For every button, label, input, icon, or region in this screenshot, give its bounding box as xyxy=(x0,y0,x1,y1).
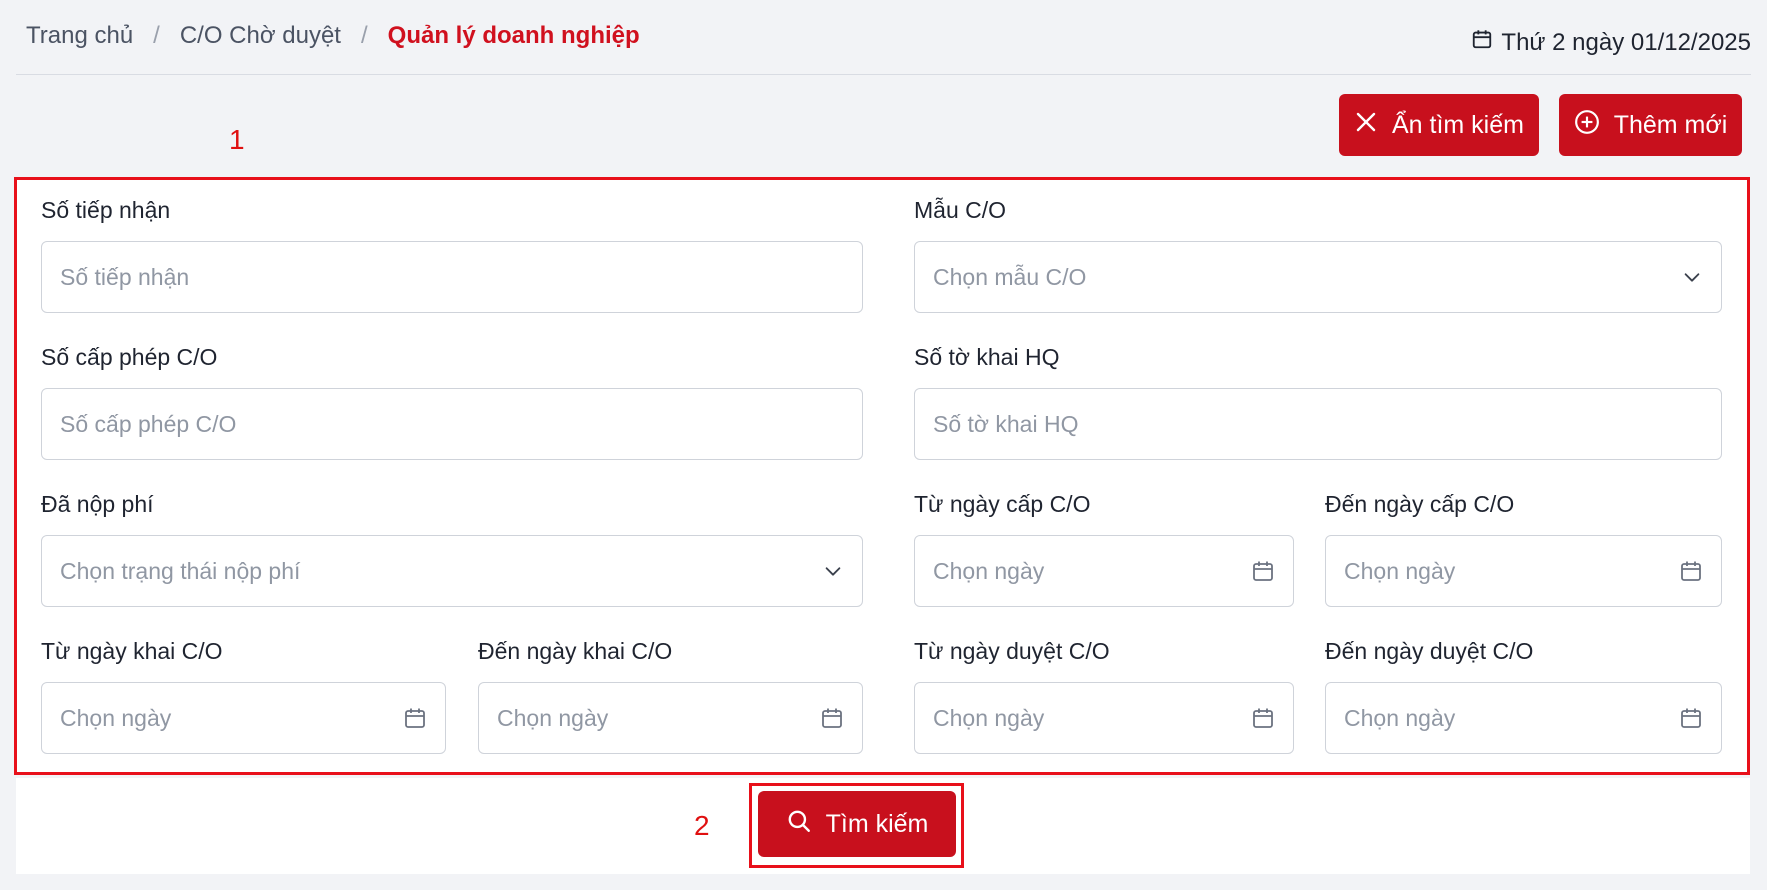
approve-to-placeholder: Chọn ngày xyxy=(1344,704,1456,731)
fee-paid-placeholder: Chọn trạng thái nộp phí xyxy=(60,557,301,584)
add-new-button[interactable]: Thêm mới xyxy=(1559,94,1742,156)
issue-to-placeholder: Chọn ngày xyxy=(1344,557,1456,584)
calendar-icon[interactable] xyxy=(403,706,427,730)
customs-declaration-input[interactable] xyxy=(933,410,1703,438)
license-number-input[interactable] xyxy=(60,410,844,438)
customs-declaration-field[interactable] xyxy=(914,388,1722,460)
receipt-number-input[interactable] xyxy=(60,263,844,291)
issue-to-datepicker[interactable]: Chọn ngày xyxy=(1325,535,1722,607)
plus-circle-icon xyxy=(1574,109,1614,142)
approve-to-label: Đến ngày duyệt C/O xyxy=(1325,638,1534,664)
license-number-field[interactable] xyxy=(41,388,863,460)
fee-paid-label: Đã nộp phí xyxy=(41,491,154,517)
license-number-label: Số cấp phép C/O xyxy=(41,344,218,370)
close-icon xyxy=(1354,110,1392,141)
declare-to-datepicker[interactable]: Chọn ngày xyxy=(478,682,863,754)
breadcrumb: Trang chủ / C/O Chờ duyệt / Quản lý doan… xyxy=(26,22,640,50)
search-icon xyxy=(786,808,826,841)
issue-to-label: Đến ngày cấp C/O xyxy=(1325,491,1515,517)
hide-search-label: Ẩn tìm kiếm xyxy=(1392,110,1524,139)
receipt-number-field[interactable] xyxy=(41,241,863,313)
search-button[interactable]: Tìm kiếm xyxy=(758,791,956,857)
co-form-label: Mẫu C/O xyxy=(914,197,1007,223)
annotation-2: 2 xyxy=(694,810,710,841)
chevron-down-icon xyxy=(1681,266,1703,288)
declare-to-label: Đến ngày khai C/O xyxy=(478,638,673,664)
breadcrumb-separator: / xyxy=(360,22,368,49)
customs-declaration-label: Số tờ khai HQ xyxy=(914,344,1060,370)
current-date: Thứ 2 ngày 01/12/2025 xyxy=(1471,28,1751,57)
fee-paid-select[interactable]: Chọn trạng thái nộp phí xyxy=(41,535,863,607)
breadcrumb-current: Quản lý doanh nghiệp xyxy=(387,22,640,49)
approve-from-datepicker[interactable]: Chọn ngày xyxy=(914,682,1294,754)
calendar-icon xyxy=(1471,28,1501,57)
breadcrumb-home[interactable]: Trang chủ xyxy=(26,22,133,50)
declare-from-label: Từ ngày khai C/O xyxy=(41,638,223,664)
issue-from-placeholder: Chọn ngày xyxy=(933,557,1045,584)
search-label: Tìm kiếm xyxy=(825,809,929,838)
calendar-icon[interactable] xyxy=(1679,706,1703,730)
breadcrumb-pending[interactable]: C/O Chờ duyệt xyxy=(180,22,341,50)
add-new-label: Thêm mới xyxy=(1613,110,1728,139)
calendar-icon[interactable] xyxy=(1679,559,1703,583)
annotation-1: 1 xyxy=(229,124,245,155)
declare-from-datepicker[interactable]: Chọn ngày xyxy=(41,682,446,754)
breadcrumb-separator: / xyxy=(153,22,160,49)
approve-from-placeholder: Chọn ngày xyxy=(933,704,1045,731)
issue-from-label: Từ ngày cấp C/O xyxy=(914,491,1091,517)
top-bar: Trang chủ / C/O Chờ duyệt / Quản lý doan… xyxy=(16,0,1751,75)
declare-from-placeholder: Chọn ngày xyxy=(60,704,172,731)
approve-to-datepicker[interactable]: Chọn ngày xyxy=(1325,682,1722,754)
receipt-number-label: Số tiếp nhận xyxy=(41,197,171,223)
calendar-icon[interactable] xyxy=(820,706,844,730)
calendar-icon[interactable] xyxy=(1251,559,1275,583)
hide-search-button[interactable]: Ẩn tìm kiếm xyxy=(1339,94,1539,156)
chevron-down-icon xyxy=(822,560,844,582)
approve-from-label: Từ ngày duyệt C/O xyxy=(914,638,1110,664)
co-form-select[interactable]: Chọn mẫu C/O xyxy=(914,241,1722,313)
date-text: Thứ 2 ngày 01/12/2025 xyxy=(1501,28,1751,56)
declare-to-placeholder: Chọn ngày xyxy=(497,704,609,731)
co-form-placeholder: Chọn mẫu C/O xyxy=(933,263,1087,290)
issue-from-datepicker[interactable]: Chọn ngày xyxy=(914,535,1294,607)
calendar-icon[interactable] xyxy=(1251,706,1275,730)
